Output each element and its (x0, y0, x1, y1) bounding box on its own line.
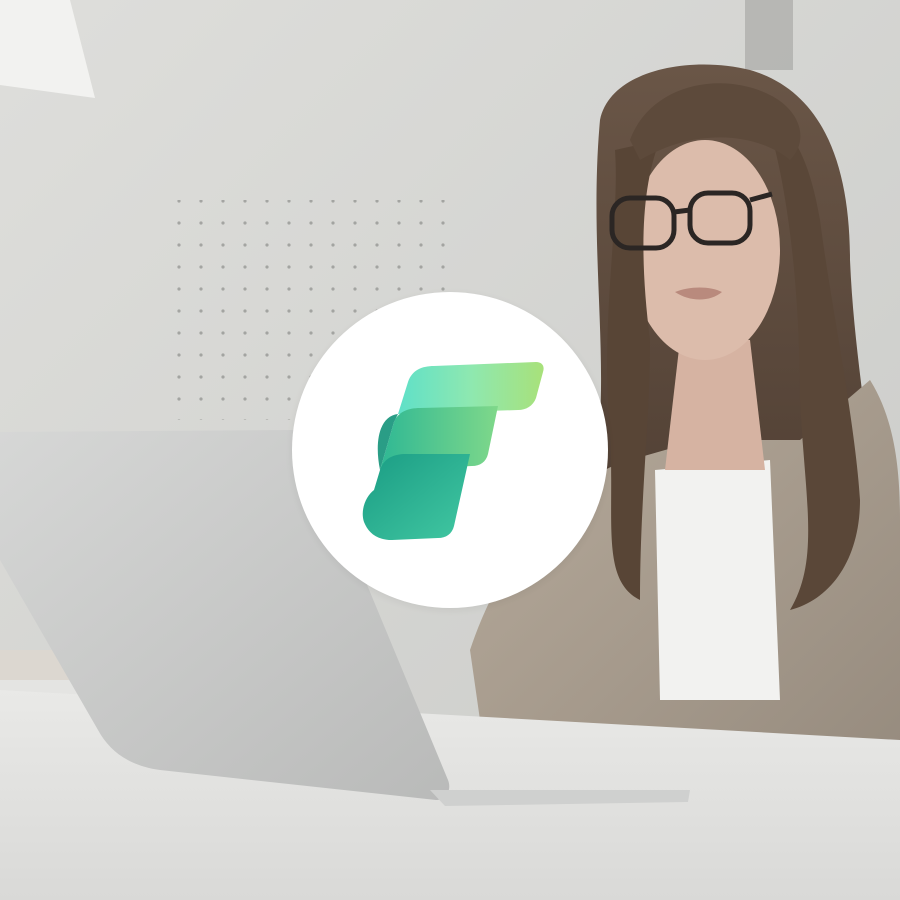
neck (665, 340, 765, 470)
shirt (655, 460, 780, 700)
fabric-logo-icon (362, 362, 544, 540)
photo-scene (0, 0, 900, 900)
logo-top-band (398, 362, 544, 414)
logo-badge (292, 292, 608, 608)
logo-bottom-band (362, 454, 470, 540)
wall-seam (745, 0, 793, 70)
